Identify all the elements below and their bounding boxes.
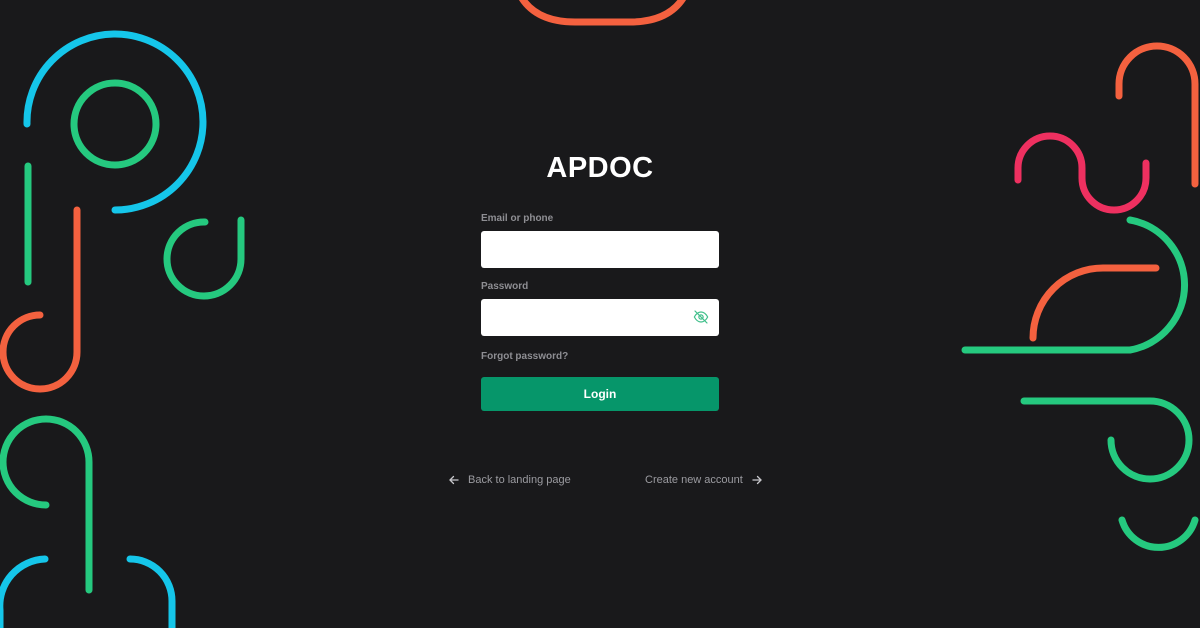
decor-green-small-u: [163, 216, 245, 300]
login-form: Email or phone Password Forgot password?…: [481, 212, 719, 411]
arrow-left-icon: [449, 475, 459, 485]
decor-green-cup-right: [1118, 516, 1199, 551]
create-link-label: Create new account: [645, 474, 743, 486]
decor-orange-top-arc: [519, 0, 686, 26]
decor-green-hook-bottom-left: [0, 415, 93, 594]
app-title: APDOC: [546, 152, 654, 184]
create-account-link[interactable]: Create new account: [645, 472, 762, 488]
decor-cyan-arc-bottom-left: [0, 555, 49, 628]
decor-orange-curve: [1029, 264, 1160, 342]
email-field[interactable]: [481, 231, 719, 268]
back-link-label: Back to landing page: [468, 474, 571, 486]
arrow-right-icon: [752, 475, 762, 485]
password-field[interactable]: [481, 299, 719, 336]
decor-green-big-curve: [961, 216, 1189, 354]
password-field-wrapper: [481, 299, 719, 336]
login-button[interactable]: Login: [481, 377, 719, 411]
decor-orange-j-hook: [0, 206, 81, 393]
email-label: Email or phone: [481, 213, 554, 224]
password-label: Password: [481, 281, 529, 292]
decor-green-hook-right: [1020, 397, 1193, 483]
back-to-landing-link[interactable]: Back to landing page: [449, 472, 571, 488]
forgot-password-link[interactable]: Forgot password?: [481, 350, 719, 364]
eye-off-icon[interactable]: [693, 309, 709, 325]
email-field-wrapper: [481, 231, 719, 268]
decor-cyan-arc-bottom-mid: [126, 555, 176, 628]
